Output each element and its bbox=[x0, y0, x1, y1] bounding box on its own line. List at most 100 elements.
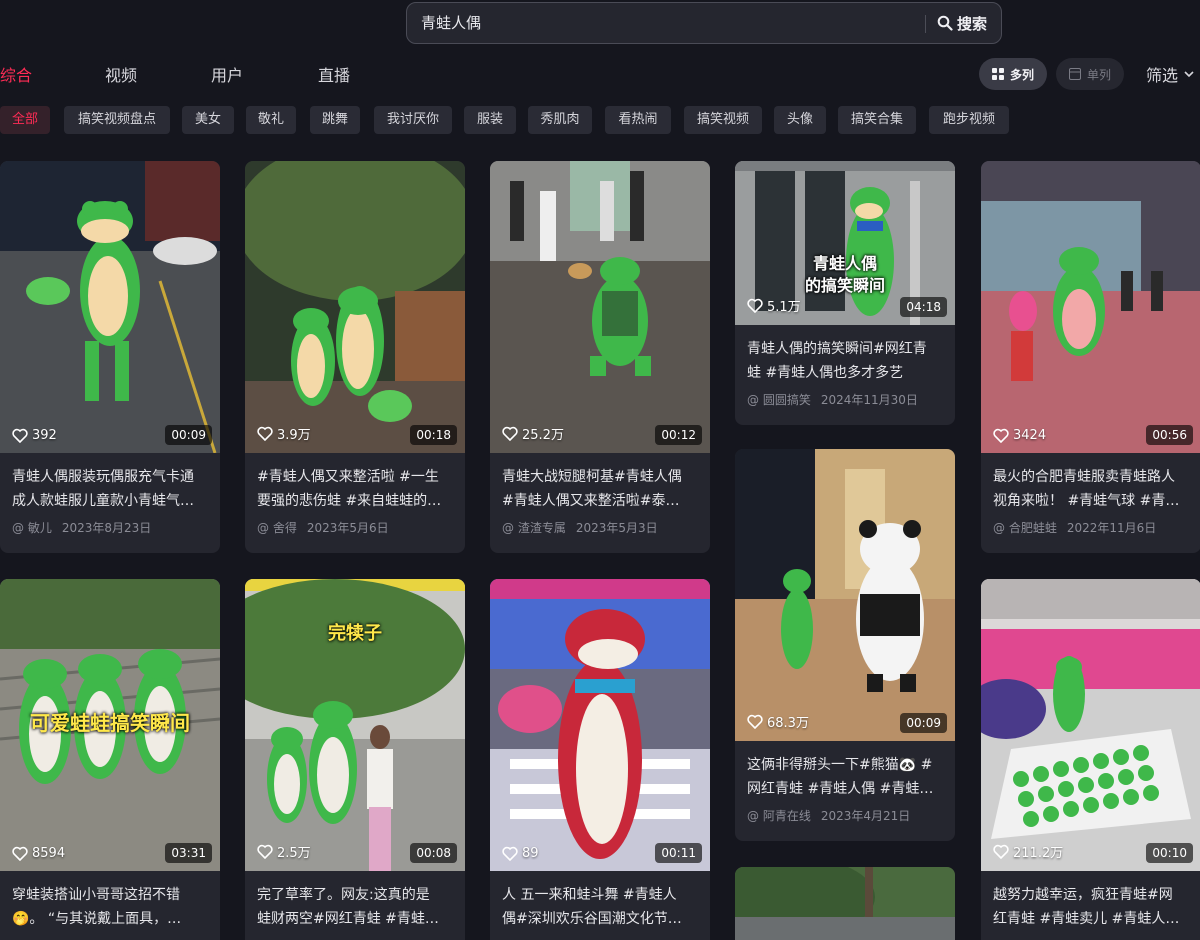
heart-icon bbox=[502, 846, 518, 861]
video-meta: @ 舍得 2023年5月6日 bbox=[257, 519, 389, 536]
chip[interactable]: 美女 bbox=[182, 106, 234, 134]
video-card[interactable]: 完犊子 2.5万 00:08 完了草率了。网友:这真的是 蛙财两空#网红青蛙 #… bbox=[245, 579, 465, 940]
author-name[interactable]: @ 敏儿 bbox=[12, 519, 52, 536]
like-count-value: 2.5万 bbox=[277, 846, 311, 861]
chip[interactable]: 头像 bbox=[774, 106, 826, 134]
video-duration: 04:18 bbox=[900, 297, 947, 317]
author-name[interactable]: @ 阿青在线 bbox=[747, 807, 811, 824]
video-thumbnail[interactable]: 211.2万 00:10 bbox=[981, 579, 1200, 871]
video-card[interactable]: 392 00:09 青蛙人偶服装玩偶服充气卡通 成人款蛙服儿童款小青蛙气… @ … bbox=[0, 161, 220, 553]
video-meta: @ 阿青在线 2023年4月21日 bbox=[747, 807, 910, 824]
tab-overall[interactable]: 综合 bbox=[0, 62, 32, 86]
video-description: 青蛙人偶服装玩偶服充气卡通 成人款蛙服儿童款小青蛙气… bbox=[12, 465, 210, 513]
video-thumbnail[interactable]: 3424 00:56 bbox=[981, 161, 1200, 453]
video-meta: @ 合肥蛙蛙 2022年11月6日 bbox=[993, 519, 1156, 536]
video-card[interactable]: 青蛙人偶 的搞笑瞬间 5.1万 04:18 青蛙人偶的搞笑瞬间#网红青 蛙 #青蛙… bbox=[735, 161, 955, 425]
like-count: 89 bbox=[502, 846, 539, 861]
multi-column-label: 多列 bbox=[1010, 67, 1035, 82]
video-meta: @ 渣渣专属 2023年5月3日 bbox=[502, 519, 658, 536]
video-thumbnail[interactable]: 68.3万 00:09 bbox=[735, 449, 955, 741]
description-line: 🤭。 “与其说戴上面具，… bbox=[12, 911, 182, 927]
author-name[interactable]: @ 舍得 bbox=[257, 519, 297, 536]
video-duration: 03:31 bbox=[165, 843, 212, 863]
video-card[interactable]: 68.3万 00:09 这俩非得掰头一下#熊猫🐼 # 网红青蛙 #青蛙人偶 #青… bbox=[735, 449, 955, 841]
description-line: 偶#深圳欢乐谷国潮文化节… bbox=[502, 911, 682, 927]
description-line: 这俩非得掰头一下#熊猫🐼 # bbox=[747, 757, 933, 773]
video-card[interactable]: 可爱蛙蛙搞笑瞬间 8594 03:31 穿蛙装搭讪小哥哥这招不错 🤭。 “与其说… bbox=[0, 579, 220, 940]
search-input[interactable]: 青蛙人偶 bbox=[421, 3, 481, 43]
video-card[interactable]: 25.2万 00:12 青蛙大战短腿柯基#青蛙人偶 #青蛙人偶又来整活啦#泰… … bbox=[490, 161, 710, 553]
multi-column-button[interactable]: 多列 bbox=[979, 58, 1048, 90]
description-line: 青蛙人偶的搞笑瞬间#网红青 bbox=[747, 341, 927, 357]
publish-date: 2023年4月21日 bbox=[820, 809, 911, 823]
description-line: 蛙财两空#网红青蛙 #青蛙… bbox=[257, 911, 439, 927]
video-description: 完了草率了。网友:这真的是 蛙财两空#网红青蛙 #青蛙… bbox=[257, 883, 455, 931]
description-line: 红青蛙 #青蛙卖儿 #青蛙人… bbox=[993, 911, 1180, 927]
video-duration: 00:12 bbox=[655, 425, 702, 445]
video-card[interactable]: 89 00:11 人 五一来和蛙斗舞 #青蛙人 偶#深圳欢乐谷国潮文化节… bbox=[490, 579, 710, 940]
like-count-value: 68.3万 bbox=[767, 716, 809, 731]
chip[interactable]: 搞笑合集 bbox=[838, 106, 916, 134]
chip[interactable]: 搞笑视频 bbox=[684, 106, 762, 134]
video-card[interactable] bbox=[735, 867, 955, 940]
video-thumbnail[interactable]: 3.9万 00:18 bbox=[245, 161, 465, 453]
chip[interactable]: 敬礼 bbox=[246, 106, 296, 134]
filter-button[interactable]: 筛选 bbox=[1146, 62, 1194, 86]
chip[interactable]: 跑步视频 bbox=[929, 106, 1009, 134]
like-count-value: 25.2万 bbox=[522, 428, 564, 443]
heart-icon bbox=[993, 844, 1009, 859]
tab-user[interactable]: 用户 bbox=[211, 62, 243, 86]
tab-live[interactable]: 直播 bbox=[318, 62, 350, 86]
chip[interactable]: 秀肌肉 bbox=[528, 106, 592, 134]
video-thumbnail[interactable]: 392 00:09 bbox=[0, 161, 220, 453]
like-count-value: 89 bbox=[522, 846, 539, 861]
thumbnail-caption: 可爱蛙蛙搞笑瞬间 bbox=[30, 711, 190, 735]
video-thumbnail[interactable]: 青蛙人偶 的搞笑瞬间 5.1万 04:18 bbox=[735, 161, 955, 325]
video-thumbnail[interactable]: 89 00:11 bbox=[490, 579, 710, 871]
publish-date: 2023年5月6日 bbox=[306, 521, 389, 535]
author-name[interactable]: @ 合肥蛙蛙 bbox=[993, 519, 1057, 536]
author-name[interactable]: @ 圆圆搞笑 bbox=[747, 391, 811, 408]
single-column-button[interactable]: 单列 bbox=[1056, 58, 1125, 90]
publish-date: 2022年11月6日 bbox=[1066, 521, 1157, 535]
like-count: 3.9万 bbox=[257, 424, 311, 443]
video-thumbnail[interactable]: 可爱蛙蛙搞笑瞬间 8594 03:31 bbox=[0, 579, 220, 871]
search-box[interactable]: 青蛙人偶 搜索 bbox=[406, 2, 1002, 44]
video-card[interactable]: 211.2万 00:10 越努力越幸运，疯狂青蛙#网 红青蛙 #青蛙卖儿 #青蛙… bbox=[981, 579, 1200, 940]
like-count: 25.2万 bbox=[502, 424, 564, 443]
video-description: 人 五一来和蛙斗舞 #青蛙人 偶#深圳欢乐谷国潮文化节… bbox=[502, 883, 700, 931]
video-meta: @ 敏儿 2023年8月23日 bbox=[12, 519, 151, 536]
search-button[interactable]: 搜索 bbox=[937, 3, 1001, 43]
chip[interactable]: 搞笑视频盘点 bbox=[64, 106, 170, 134]
like-count-value: 392 bbox=[32, 428, 57, 443]
tab-video[interactable]: 视频 bbox=[105, 62, 137, 86]
like-count: 2.5万 bbox=[257, 842, 311, 861]
like-count-value: 5.1万 bbox=[767, 300, 801, 315]
search-divider bbox=[925, 15, 926, 33]
publish-date: 2023年5月3日 bbox=[575, 521, 658, 535]
video-duration: 00:18 bbox=[410, 425, 457, 445]
video-thumbnail[interactable]: 完犊子 2.5万 00:08 bbox=[245, 579, 465, 871]
chip[interactable]: 跳舞 bbox=[310, 106, 360, 134]
video-thumbnail[interactable] bbox=[735, 867, 955, 940]
heart-icon bbox=[12, 846, 28, 861]
chip[interactable]: 我讨厌你 bbox=[374, 106, 452, 134]
description-line: 越努力越幸运，疯狂青蛙#网 bbox=[993, 887, 1173, 903]
video-description: #青蛙人偶又来整活啦 #一生 要强的悲伤蛙 #来自蛙蛙的… bbox=[257, 465, 455, 513]
video-meta: @ 圆圆搞笑 2024年11月30日 bbox=[747, 391, 918, 408]
video-card[interactable]: 3.9万 00:18 #青蛙人偶又来整活啦 #一生 要强的悲伤蛙 #来自蛙蛙的…… bbox=[245, 161, 465, 553]
video-description: 这俩非得掰头一下#熊猫🐼 # 网红青蛙 #青蛙人偶 #青蛙… bbox=[747, 753, 945, 801]
video-thumbnail[interactable]: 25.2万 00:12 bbox=[490, 161, 710, 453]
video-card[interactable]: 3424 00:56 最火的合肥青蛙服卖青蛙路人 视角来啦！ #青蛙气球 #青…… bbox=[981, 161, 1200, 553]
like-count: 3424 bbox=[993, 428, 1046, 443]
description-line: 人 五一来和蛙斗舞 #青蛙人 bbox=[502, 887, 677, 903]
video-description: 青蛙大战短腿柯基#青蛙人偶 #青蛙人偶又来整活啦#泰… bbox=[502, 465, 700, 513]
chip[interactable]: 服装 bbox=[464, 106, 516, 134]
author-name[interactable]: @ 渣渣专属 bbox=[502, 519, 566, 536]
description-line: 完了草率了。网友:这真的是 bbox=[257, 887, 430, 903]
like-count-value: 211.2万 bbox=[1013, 846, 1064, 861]
chip[interactable]: 看热闹 bbox=[605, 106, 671, 134]
chip-all[interactable]: 全部 bbox=[0, 106, 50, 134]
video-duration: 00:56 bbox=[1146, 425, 1193, 445]
description-line: 青蛙大战短腿柯基#青蛙人偶 bbox=[502, 469, 682, 485]
